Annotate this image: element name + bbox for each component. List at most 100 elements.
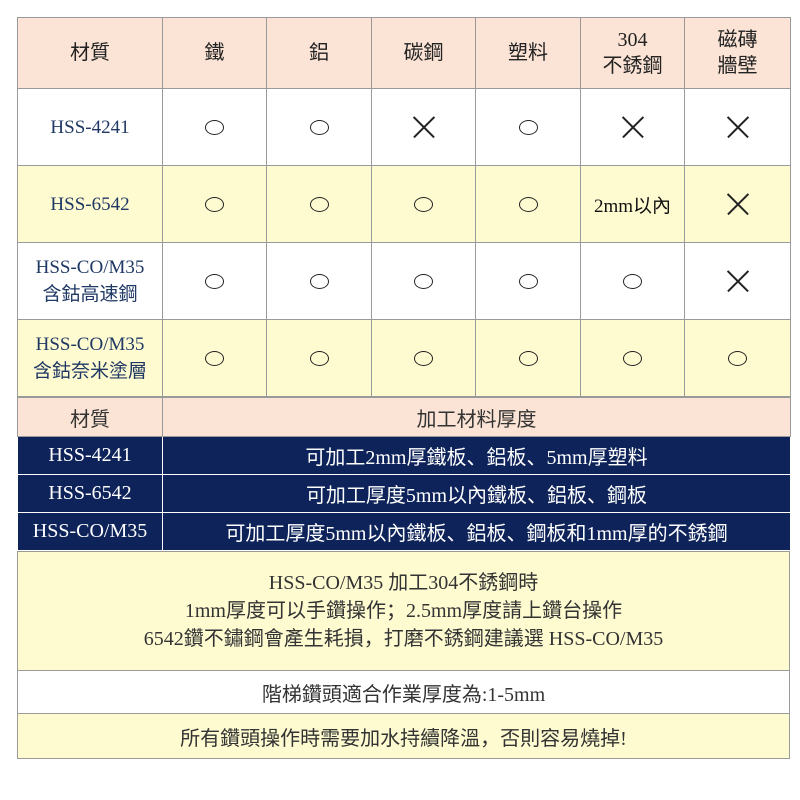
drill-model-name: HSS-6542 [50, 193, 130, 215]
drill-model-cell: HSS-4241 [17, 88, 163, 166]
note-block: HSS-CO/M35 加工304不銹鋼時 1mm厚度可以手鑽操作；2.5mm厚度… [17, 551, 790, 671]
header-text: 塑料 [508, 42, 548, 64]
material-type-header: 304 不銹鋼 [580, 17, 685, 89]
thickness-header-row: 材質 加工材料厚度 [17, 397, 791, 437]
thickness-model: HSS-4241 [17, 436, 163, 475]
compat-value: 2mm以內 [593, 195, 672, 217]
compat-cell [266, 165, 372, 243]
material-compatibility-table: 材質鐵鋁碳鋼 塑料 304 不銹鋼 磁磚 牆壁 HSS-4241 HSS-6542 2mm以內 H… [17, 17, 791, 397]
compat-cell [162, 319, 267, 397]
material-type-header: 鋁 [266, 17, 372, 89]
compat-cell [684, 88, 791, 166]
compat-cell [266, 242, 372, 320]
note-line: 6542鑽不鏽鋼會產生耗損，打磨不銹鋼建議選 HSS-CO/M35 [143, 628, 664, 650]
compat-cell [580, 242, 685, 320]
thickness-row: HSS-4241 可加工2mm厚鐵板、鋁板、5mm厚塑料 [17, 436, 791, 475]
drill-model-name: HSS-CO/M35 [35, 334, 145, 355]
thickness-desc: 可加工2mm厚鐵板、鋁板、5mm厚塑料 [162, 436, 791, 475]
drill-spec-sheet: 材質鐵鋁碳鋼 塑料 304 不銹鋼 磁磚 牆壁 HSS-4241 HSS-6542 2mm以內 H… [17, 17, 791, 759]
cross-icon [727, 270, 749, 292]
circle-icon [309, 351, 329, 367]
circle-icon [623, 274, 642, 290]
compat-cell [266, 319, 372, 397]
thickness-model: HSS-6542 [17, 474, 163, 513]
circle-icon [205, 120, 224, 136]
circle-icon [205, 351, 224, 367]
drill-model-name: 含鈷奈米塗層 [32, 361, 147, 382]
circle-icon [518, 351, 538, 367]
compat-row: HSS-CO/M35 含鈷奈米塗層 [17, 319, 791, 397]
note-row-304: HSS-CO/M35 加工304不銹鋼時 1mm厚度可以手鑽操作；2.5mm厚度… [17, 551, 790, 671]
compat-row: HSS-4241 [17, 88, 791, 166]
compat-cell [162, 242, 267, 320]
compat-header-row: 材質鐵鋁碳鋼 塑料 304 不銹鋼 磁磚 牆壁 [17, 17, 791, 89]
material-type-header: 塑料 [475, 17, 581, 89]
thickness-row: HSS-CO/M35 可加工厚度5mm以內鐵板、鋁板、鋼板和1mm厚的不銹鋼 [17, 512, 791, 551]
circle-icon [414, 274, 433, 290]
compat-row: HSS-CO/M35 含鈷高速鋼 [17, 242, 791, 320]
thickness-row: HSS-6542 可加工厚度5mm以內鐵板、鋁板、鋼板 [17, 474, 791, 513]
compat-cell [475, 242, 581, 320]
material-type-header: 碳鋼 [371, 17, 476, 89]
circle-icon [205, 274, 224, 290]
header-text: 鐵 [204, 42, 225, 64]
circle-icon [414, 197, 433, 213]
drill-model-name: HSS-4241 [50, 116, 130, 138]
compat-cell [371, 88, 476, 166]
compat-cell [580, 319, 685, 397]
thickness-header-cell: 加工材料厚度 [162, 397, 791, 437]
header-text: 材質 [70, 42, 110, 64]
compat-cell [266, 88, 372, 166]
cooling-warning: 所有鑽頭操作時需要加水持續降溫，否則容易燒掉! [17, 713, 790, 759]
circle-icon [518, 120, 538, 136]
thickness-desc: 可加工厚度5mm以內鐵板、鋁板、鋼板和1mm厚的不銹鋼 [162, 512, 791, 551]
note-line: HSS-CO/M35 加工304不銹鋼時 [268, 572, 539, 594]
notes-table: HSS-CO/M35 加工304不銹鋼時 1mm厚度可以手鑽操作；2.5mm厚度… [17, 551, 790, 759]
header-text: 鋁 [309, 42, 329, 64]
circle-icon [518, 274, 538, 290]
circle-icon [309, 120, 329, 136]
compat-cell [475, 165, 581, 243]
material-type-header: 鐵 [162, 17, 267, 89]
compat-cell [684, 165, 791, 243]
material-header: 材質 [17, 17, 163, 89]
compat-cell [371, 165, 476, 243]
circle-icon [414, 351, 433, 367]
note-row-warning: 所有鑽頭操作時需要加水持續降溫，否則容易燒掉! [17, 713, 790, 759]
note-line: 1mm厚度可以手鑽操作；2.5mm厚度請上鑽台操作 [184, 600, 623, 622]
thickness-table: 材質 加工材料厚度 HSS-4241 可加工2mm厚鐵板、鋁板、5mm厚塑料 HSS-6… [17, 397, 791, 551]
cross-icon [413, 116, 435, 138]
compat-cell [684, 319, 791, 397]
compat-cell [475, 319, 581, 397]
note-row-step: 階梯鑽頭適合作業厚度為:1-5mm [17, 670, 790, 714]
compat-cell [162, 165, 267, 243]
circle-icon [623, 351, 642, 367]
header-text: 304 [617, 29, 648, 51]
step-drill-note: 階梯鑽頭適合作業厚度為:1-5mm [17, 670, 790, 714]
compat-cell [475, 88, 581, 166]
circle-icon [518, 197, 538, 213]
circle-icon [205, 197, 224, 213]
material-type-header: 磁磚 牆壁 [684, 17, 791, 89]
thickness-header-cell: 材質 [17, 397, 163, 437]
cross-icon [727, 193, 749, 215]
header-text: 牆壁 [717, 55, 758, 77]
header-text: 磁磚 [717, 29, 758, 51]
cross-icon [727, 116, 749, 138]
header-text: 碳鋼 [403, 42, 444, 64]
compat-cell [580, 88, 685, 166]
thickness-model: HSS-CO/M35 [17, 512, 163, 551]
circle-icon [309, 197, 329, 213]
circle-icon [728, 351, 747, 367]
drill-model-cell: HSS-CO/M35 含鈷高速鋼 [17, 242, 163, 320]
compat-row: HSS-6542 2mm以內 [17, 165, 791, 243]
compat-cell [162, 88, 267, 166]
drill-model-cell: HSS-6542 [17, 165, 163, 243]
header-text: 不銹鋼 [602, 55, 663, 77]
drill-model-name: HSS-CO/M35 [35, 257, 145, 278]
drill-model-cell: HSS-CO/M35 含鈷奈米塗層 [17, 319, 163, 397]
compat-cell: 2mm以內 [580, 165, 685, 243]
compat-cell [684, 242, 791, 320]
cross-icon [622, 116, 644, 138]
compat-cell [371, 242, 476, 320]
